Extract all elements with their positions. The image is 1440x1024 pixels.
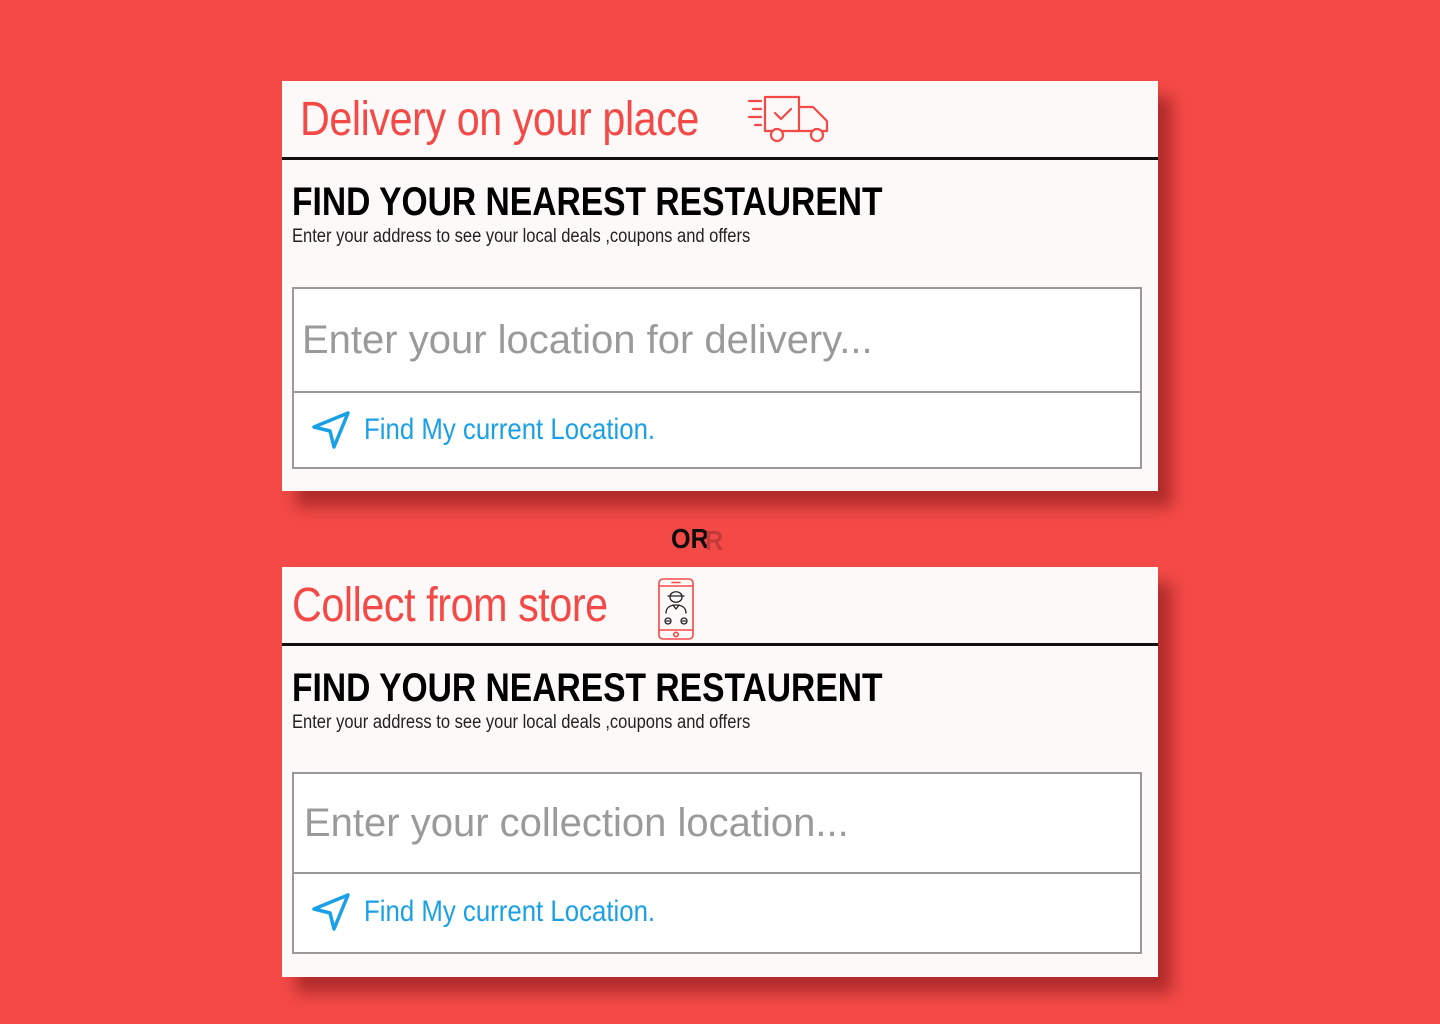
collect-find-location-label: Find My current Location. bbox=[364, 895, 656, 928]
delivery-truck-icon bbox=[747, 95, 833, 150]
collect-title: Collect from store bbox=[292, 578, 608, 632]
collect-location-box: Find My current Location. bbox=[292, 772, 1142, 954]
navigation-arrow-icon bbox=[312, 893, 350, 931]
collect-subtext: Enter your address to see your local dea… bbox=[292, 712, 751, 733]
collect-find-location-button[interactable]: Find My current Location. bbox=[294, 874, 1140, 950]
delivery-title: Delivery on your place bbox=[300, 92, 699, 146]
delivery-location-box: Find My current Location. bbox=[292, 287, 1142, 469]
delivery-card: Delivery on your place FIND YOUR NEAREST… bbox=[282, 81, 1158, 491]
delivery-subtext: Enter your address to see your local dea… bbox=[292, 226, 751, 247]
or-separator-shadow: R bbox=[705, 525, 724, 556]
delivery-header: Delivery on your place bbox=[282, 81, 1158, 160]
delivery-location-input[interactable] bbox=[294, 289, 1140, 393]
navigation-arrow-icon bbox=[312, 411, 350, 449]
collect-location-input[interactable] bbox=[294, 774, 1140, 874]
or-separator: OR bbox=[671, 523, 709, 554]
phone-contact-icon bbox=[656, 577, 696, 646]
collect-header: Collect from store bbox=[282, 567, 1158, 646]
delivery-find-location-button[interactable]: Find My current Location. bbox=[294, 393, 1140, 467]
delivery-find-location-label: Find My current Location. bbox=[364, 413, 656, 446]
collect-card: Collect from store FIND YOUR NEAREST RES… bbox=[282, 567, 1158, 977]
collect-heading: FIND YOUR NEAREST RESTAURENT bbox=[292, 666, 883, 710]
delivery-heading: FIND YOUR NEAREST RESTAURENT bbox=[292, 180, 883, 224]
